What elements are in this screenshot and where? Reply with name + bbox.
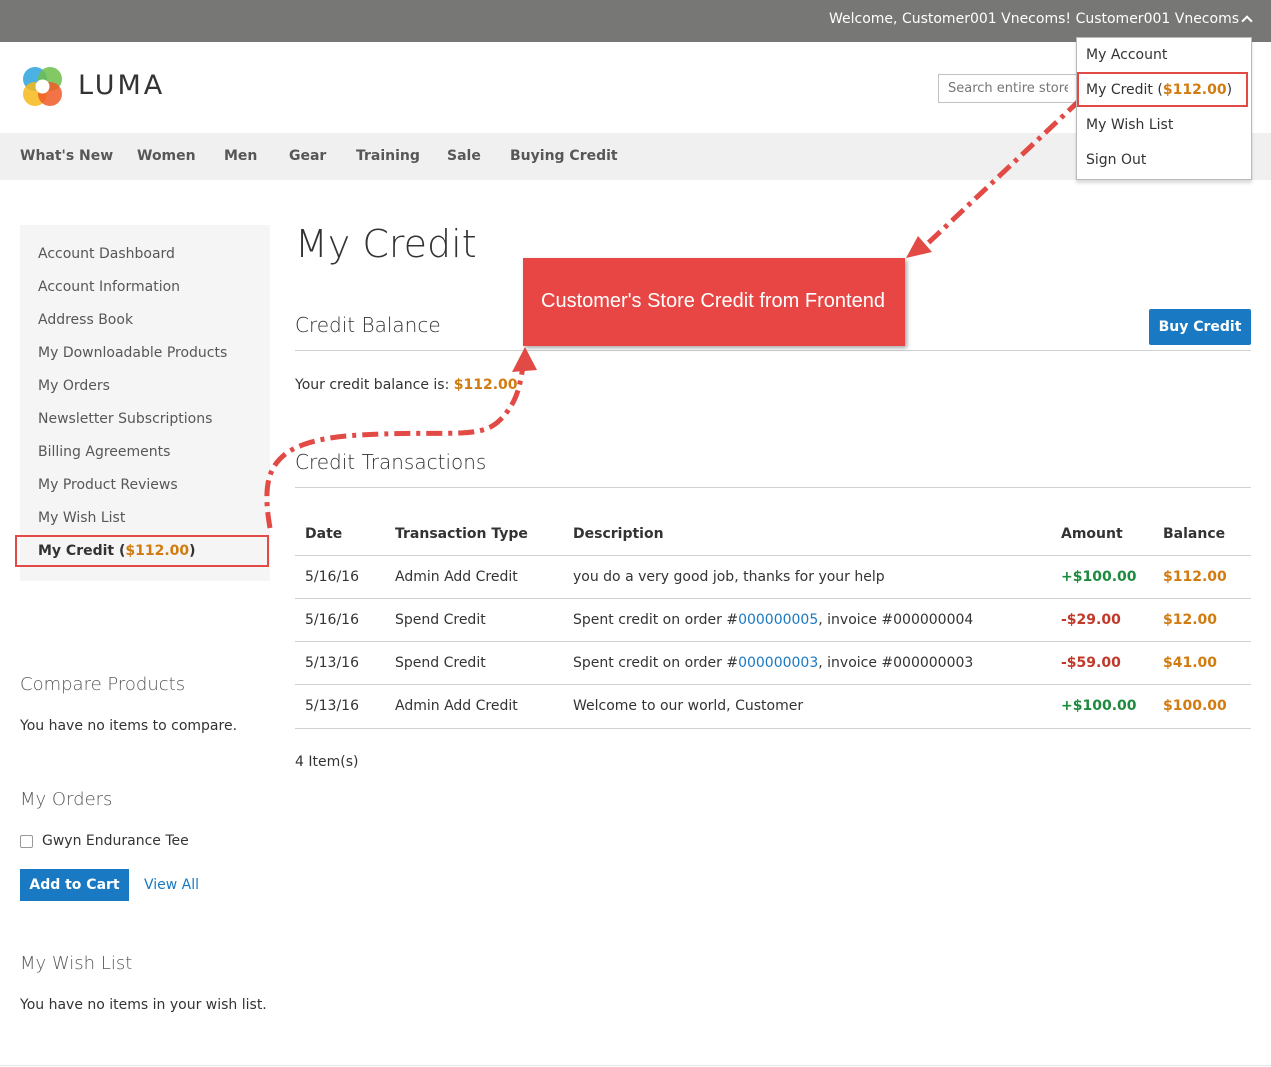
cell-type: Spend Credit [395, 655, 486, 671]
nav-men[interactable]: Men [224, 148, 257, 164]
cell-type: Admin Add Credit [395, 698, 518, 714]
table-row: 5/13/16 Admin Add Credit Welcome to our … [295, 684, 1251, 729]
compare-products-text: You have no items to compare. [20, 718, 238, 734]
cell-description: Spent credit on order #000000005, invoic… [573, 612, 974, 628]
table-row: 5/16/16 Admin Add Credit you do a very g… [295, 555, 1251, 599]
column-header-description: Description [573, 526, 664, 542]
order-link[interactable]: 000000005 [738, 612, 818, 628]
sidebar-item-address-book[interactable]: Address Book [38, 312, 133, 328]
credit-balance-title: Credit Balance [295, 313, 441, 337]
sidebar-item-account-info[interactable]: Account Information [38, 279, 180, 295]
cell-amount: +$100.00 [1061, 569, 1137, 585]
nav-training[interactable]: Training [356, 148, 420, 164]
credit-transactions-title: Credit Transactions [295, 450, 487, 474]
arrowhead-top [906, 236, 932, 258]
top-bar: Welcome, Customer001 Vnecoms! Customer00… [0, 0, 1271, 42]
column-header-balance: Balance [1163, 526, 1226, 542]
cell-amount: -$29.00 [1061, 612, 1121, 628]
dropdown-sign-out[interactable]: Sign Out [1086, 152, 1146, 168]
account-name: Customer001 Vnecoms [1075, 11, 1239, 27]
cell-balance: $100.00 [1163, 698, 1227, 714]
page-title: My Credit [295, 222, 477, 266]
dropdown-wish-list[interactable]: My Wish List [1086, 117, 1173, 133]
buy-credit-button[interactable]: Buy Credit [1149, 309, 1251, 345]
sidebar-item-newsletter[interactable]: Newsletter Subscriptions [38, 411, 212, 427]
order-link[interactable]: 000000003 [738, 655, 818, 671]
sidebar-item-reviews[interactable]: My Product Reviews [38, 477, 178, 493]
cell-date: 5/13/16 [305, 698, 359, 714]
cell-type: Spend Credit [395, 612, 486, 628]
credit-balance-text: Your credit balance is: $112.00 [295, 377, 518, 393]
view-all-link[interactable]: View All [144, 877, 199, 893]
cell-balance: $12.00 [1163, 612, 1218, 628]
nav-gear[interactable]: Gear [289, 148, 326, 164]
column-header-date: Date [305, 526, 343, 542]
cell-description: you do a very good job, thanks for your … [573, 569, 885, 585]
cell-date: 5/16/16 [305, 612, 359, 628]
footer-divider [0, 1065, 1271, 1066]
luma-logo-icon[interactable] [20, 64, 65, 109]
account-menu-toggle[interactable]: Customer001 Vnecoms [1075, 11, 1253, 27]
sidebar-item-my-credit[interactable]: My Credit ($112.00) [38, 543, 196, 559]
nav-sale[interactable]: Sale [447, 148, 481, 164]
account-sidebar: Account Dashboard Account Information Ad… [20, 225, 270, 581]
cell-balance: $112.00 [1163, 569, 1227, 585]
my-orders-title: My Orders [20, 789, 113, 810]
credit-balance-amount: $112.00 [453, 377, 518, 393]
cell-type: Admin Add Credit [395, 569, 518, 585]
divider [295, 487, 1251, 488]
wish-list-title: My Wish List [20, 953, 133, 974]
column-header-type: Transaction Type [395, 526, 528, 542]
cell-description: Welcome to our world, Customer [573, 698, 804, 714]
order-item-name: Gwyn Endurance Tee [42, 833, 189, 849]
welcome-message: Welcome, Customer001 Vnecoms! [829, 11, 1071, 27]
order-item-checkbox[interactable] [20, 835, 33, 848]
cell-amount: +$100.00 [1061, 698, 1137, 714]
table-row: 5/13/16 Spend Credit Spent credit on ord… [295, 641, 1251, 685]
sidebar-item-wish-list[interactable]: My Wish List [38, 510, 125, 526]
logo-text: LUMA [78, 70, 166, 101]
account-dropdown: My Account My Credit ($112.00) My Wish L… [1076, 37, 1252, 180]
chevron-up-icon [1241, 15, 1253, 27]
dropdown-my-account[interactable]: My Account [1086, 47, 1167, 63]
column-header-amount: Amount [1061, 526, 1123, 542]
cell-balance: $41.00 [1163, 655, 1218, 671]
nav-whats-new[interactable]: What's New [20, 148, 113, 164]
cell-date: 5/13/16 [305, 655, 359, 671]
item-count: 4 Item(s) [295, 754, 359, 770]
sidebar-item-downloadable[interactable]: My Downloadable Products [38, 345, 227, 361]
cell-description: Spent credit on order #000000003, invoic… [573, 655, 974, 671]
compare-products-title: Compare Products [20, 674, 186, 695]
sidebar-item-billing[interactable]: Billing Agreements [38, 444, 170, 460]
cell-amount: -$59.00 [1061, 655, 1121, 671]
sidebar-item-orders[interactable]: My Orders [38, 378, 110, 394]
divider [295, 350, 1251, 351]
dropdown-highlight-box [1077, 72, 1248, 107]
search-input[interactable] [938, 74, 1078, 103]
nav-buying-credit[interactable]: Buying Credit [510, 148, 618, 164]
annotation-callout: Customer's Store Credit from Frontend [523, 258, 905, 346]
cell-date: 5/16/16 [305, 569, 359, 585]
sidebar-item-dashboard[interactable]: Account Dashboard [38, 246, 175, 262]
sidebar-credit-amount: $112.00 [125, 543, 190, 559]
nav-women[interactable]: Women [137, 148, 196, 164]
table-row: 5/16/16 Spend Credit Spent credit on ord… [295, 598, 1251, 642]
wish-list-text: You have no items in your wish list. [20, 997, 267, 1013]
add-to-cart-button[interactable]: Add to Cart [20, 869, 129, 901]
